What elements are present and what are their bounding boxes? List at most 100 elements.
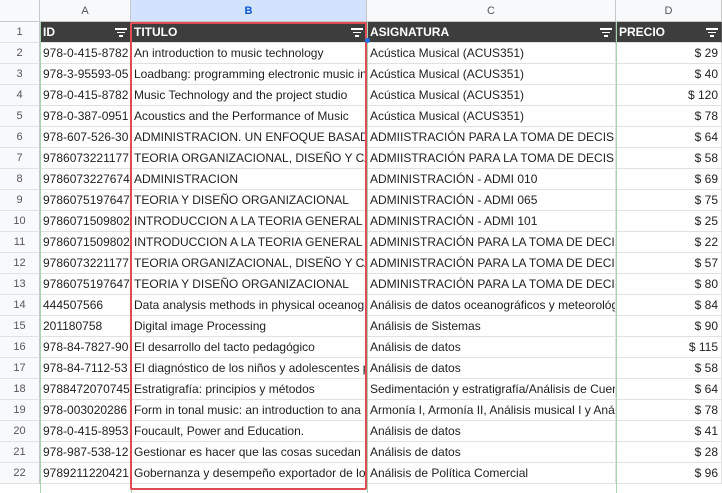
cell-id[interactable]: 978-0-415-8953 bbox=[40, 421, 131, 442]
cell-titulo[interactable]: ADMINISTRACION bbox=[131, 169, 367, 190]
cell-asignatura[interactable]: Acústica Musical (ACUS351) bbox=[367, 85, 616, 106]
column-header-d[interactable]: D bbox=[616, 0, 722, 22]
cell-precio[interactable]: $ 69 bbox=[616, 169, 722, 190]
cell-titulo[interactable]: INTRODUCCION A LA TEORIA GENERAL DE L bbox=[131, 211, 367, 232]
row-number[interactable]: 18 bbox=[0, 379, 40, 400]
cell-titulo[interactable]: Form in tonal music: an introduction to … bbox=[131, 400, 367, 421]
filter-icon[interactable] bbox=[706, 27, 718, 37]
cell-asignatura[interactable]: Análisis de datos bbox=[367, 421, 616, 442]
cell-precio[interactable]: $ 57 bbox=[616, 253, 722, 274]
cell-titulo[interactable]: Loadbang: programming electronic music i… bbox=[131, 64, 367, 85]
header-cell-asignatura[interactable]: ASIGNATURA bbox=[367, 22, 616, 43]
row-number[interactable]: 13 bbox=[0, 274, 40, 295]
row-number[interactable]: 19 bbox=[0, 400, 40, 421]
filter-icon[interactable] bbox=[600, 27, 612, 37]
cell-asignatura[interactable]: Acústica Musical (ACUS351) bbox=[367, 43, 616, 64]
cell-id[interactable]: 9786075197647 bbox=[40, 274, 131, 295]
cell-precio[interactable]: $ 64 bbox=[616, 379, 722, 400]
cell-precio[interactable]: $ 64 bbox=[616, 127, 722, 148]
cell-precio[interactable]: $ 84 bbox=[616, 295, 722, 316]
cell-asignatura[interactable]: ADMINISTRACIÓN PARA LA TOMA DE DECISIO bbox=[367, 274, 616, 295]
row-number[interactable]: 11 bbox=[0, 232, 40, 253]
cell-asignatura[interactable]: ADMINISTRACIÓN PARA LA TOMA DE DECISIO bbox=[367, 232, 616, 253]
cell-precio[interactable]: $ 28 bbox=[616, 442, 722, 463]
cell-titulo[interactable]: TEORIA Y DISEÑO ORGANIZACIONAL bbox=[131, 274, 367, 295]
column-header-a[interactable]: A bbox=[40, 0, 131, 22]
cell-precio[interactable]: $ 58 bbox=[616, 148, 722, 169]
row-number[interactable]: 20 bbox=[0, 421, 40, 442]
row-number[interactable]: 21 bbox=[0, 442, 40, 463]
cell-id[interactable]: 201180758 bbox=[40, 316, 131, 337]
cell-id[interactable]: 9786073221177 bbox=[40, 253, 131, 274]
cell-precio[interactable]: $ 80 bbox=[616, 274, 722, 295]
row-number[interactable]: 17 bbox=[0, 358, 40, 379]
cell-titulo[interactable]: INTRODUCCION A LA TEORIA GENERAL DE L bbox=[131, 232, 367, 253]
filter-icon[interactable] bbox=[115, 27, 127, 37]
row-number[interactable]: 10 bbox=[0, 211, 40, 232]
cell-asignatura[interactable]: Análisis de datos oceanográficos y meteo… bbox=[367, 295, 616, 316]
cell-id[interactable]: 978-3-95593-05 bbox=[40, 64, 131, 85]
cell-asignatura[interactable]: Acústica Musical (ACUS351) bbox=[367, 106, 616, 127]
cell-precio[interactable]: $ 25 bbox=[616, 211, 722, 232]
row-number[interactable]: 5 bbox=[0, 106, 40, 127]
cell-titulo[interactable]: Data analysis methods in physical oceano… bbox=[131, 295, 367, 316]
cell-titulo[interactable]: Foucault, Power and Education. bbox=[131, 421, 367, 442]
row-number[interactable]: 9 bbox=[0, 190, 40, 211]
row-number[interactable]: 16 bbox=[0, 337, 40, 358]
row-number[interactable]: 2 bbox=[0, 43, 40, 64]
cell-titulo[interactable]: Gestionar es hacer que las cosas sucedan bbox=[131, 442, 367, 463]
cell-titulo[interactable]: Gobernanza y desempeño exportador de lo bbox=[131, 463, 367, 484]
cell-id[interactable]: 978-0-415-8782 bbox=[40, 43, 131, 64]
row-number[interactable]: 12 bbox=[0, 253, 40, 274]
cell-titulo[interactable]: An introduction to music technology bbox=[131, 43, 367, 64]
cell-asignatura[interactable]: ADMINISTRACIÓN - ADMI 065 bbox=[367, 190, 616, 211]
cell-id[interactable]: 978-987-538-12 bbox=[40, 442, 131, 463]
cell-id[interactable]: 978-607-526-30 bbox=[40, 127, 131, 148]
cell-id[interactable]: 9786071509802 bbox=[40, 211, 131, 232]
cell-id[interactable]: 978-84-7827-90 bbox=[40, 337, 131, 358]
cell-precio[interactable]: $ 29 bbox=[616, 43, 722, 64]
row-number[interactable]: 7 bbox=[0, 148, 40, 169]
cell-id[interactable]: 978-84-7112-53 bbox=[40, 358, 131, 379]
header-cell-id[interactable]: ID bbox=[40, 22, 131, 43]
cell-asignatura[interactable]: Análisis de datos bbox=[367, 442, 616, 463]
filter-icon[interactable] bbox=[351, 27, 363, 37]
cell-asignatura[interactable]: ADMIISTRACIÓN PARA LA TOMA DE DECISION bbox=[367, 148, 616, 169]
selection-handle[interactable] bbox=[365, 38, 370, 43]
cell-asignatura[interactable]: ADMIISTRACIÓN PARA LA TOMA DE DECISION bbox=[367, 127, 616, 148]
cell-titulo[interactable]: TEORIA ORGANIZACIONAL, DISEÑO Y CAMB bbox=[131, 253, 367, 274]
row-number[interactable]: 22 bbox=[0, 463, 40, 484]
cell-precio[interactable]: $ 78 bbox=[616, 400, 722, 421]
cell-precio[interactable]: $ 41 bbox=[616, 421, 722, 442]
cell-titulo[interactable]: ADMINISTRACION. UN ENFOQUE BASADO E bbox=[131, 127, 367, 148]
cell-id[interactable]: 9786073221177 bbox=[40, 148, 131, 169]
cell-asignatura[interactable]: ADMINISTRACIÓN PARA LA TOMA DE DECISIO bbox=[367, 253, 616, 274]
cell-asignatura[interactable]: Análisis de datos bbox=[367, 337, 616, 358]
cell-titulo[interactable]: Acoustics and the Performance of Music bbox=[131, 106, 367, 127]
cell-id[interactable]: 9789211220421 bbox=[40, 463, 131, 484]
cell-titulo[interactable]: Music Technology and the project studio bbox=[131, 85, 367, 106]
row-number[interactable]: 6 bbox=[0, 127, 40, 148]
cell-titulo[interactable]: TEORIA ORGANIZACIONAL, DISEÑO Y CAMB bbox=[131, 148, 367, 169]
select-all-corner[interactable] bbox=[0, 0, 40, 22]
row-number[interactable]: 3 bbox=[0, 64, 40, 85]
row-number[interactable]: 14 bbox=[0, 295, 40, 316]
cell-id[interactable]: 978-003020286 bbox=[40, 400, 131, 421]
cell-precio[interactable]: $ 78 bbox=[616, 106, 722, 127]
cell-id[interactable]: 9786073227674 bbox=[40, 169, 131, 190]
row-number[interactable]: 8 bbox=[0, 169, 40, 190]
cell-titulo[interactable]: Estratigrafía: principios y métodos bbox=[131, 379, 367, 400]
cell-precio[interactable]: $ 40 bbox=[616, 64, 722, 85]
cell-id[interactable]: 444507566 bbox=[40, 295, 131, 316]
cell-titulo[interactable]: Digital image Processing bbox=[131, 316, 367, 337]
column-header-c[interactable]: C bbox=[367, 0, 616, 22]
cell-asignatura[interactable]: Análisis de datos bbox=[367, 358, 616, 379]
cell-asignatura[interactable]: Análisis de Sistemas bbox=[367, 316, 616, 337]
cell-titulo[interactable]: El diagnóstico de los niños y adolescent… bbox=[131, 358, 367, 379]
cell-id[interactable]: 978-0-415-8782 bbox=[40, 85, 131, 106]
cell-asignatura[interactable]: Acústica Musical (ACUS351) bbox=[367, 64, 616, 85]
cell-id[interactable]: 9788472070745 bbox=[40, 379, 131, 400]
row-number[interactable]: 15 bbox=[0, 316, 40, 337]
cell-precio[interactable]: $ 22 bbox=[616, 232, 722, 253]
cell-precio[interactable]: $ 90 bbox=[616, 316, 722, 337]
